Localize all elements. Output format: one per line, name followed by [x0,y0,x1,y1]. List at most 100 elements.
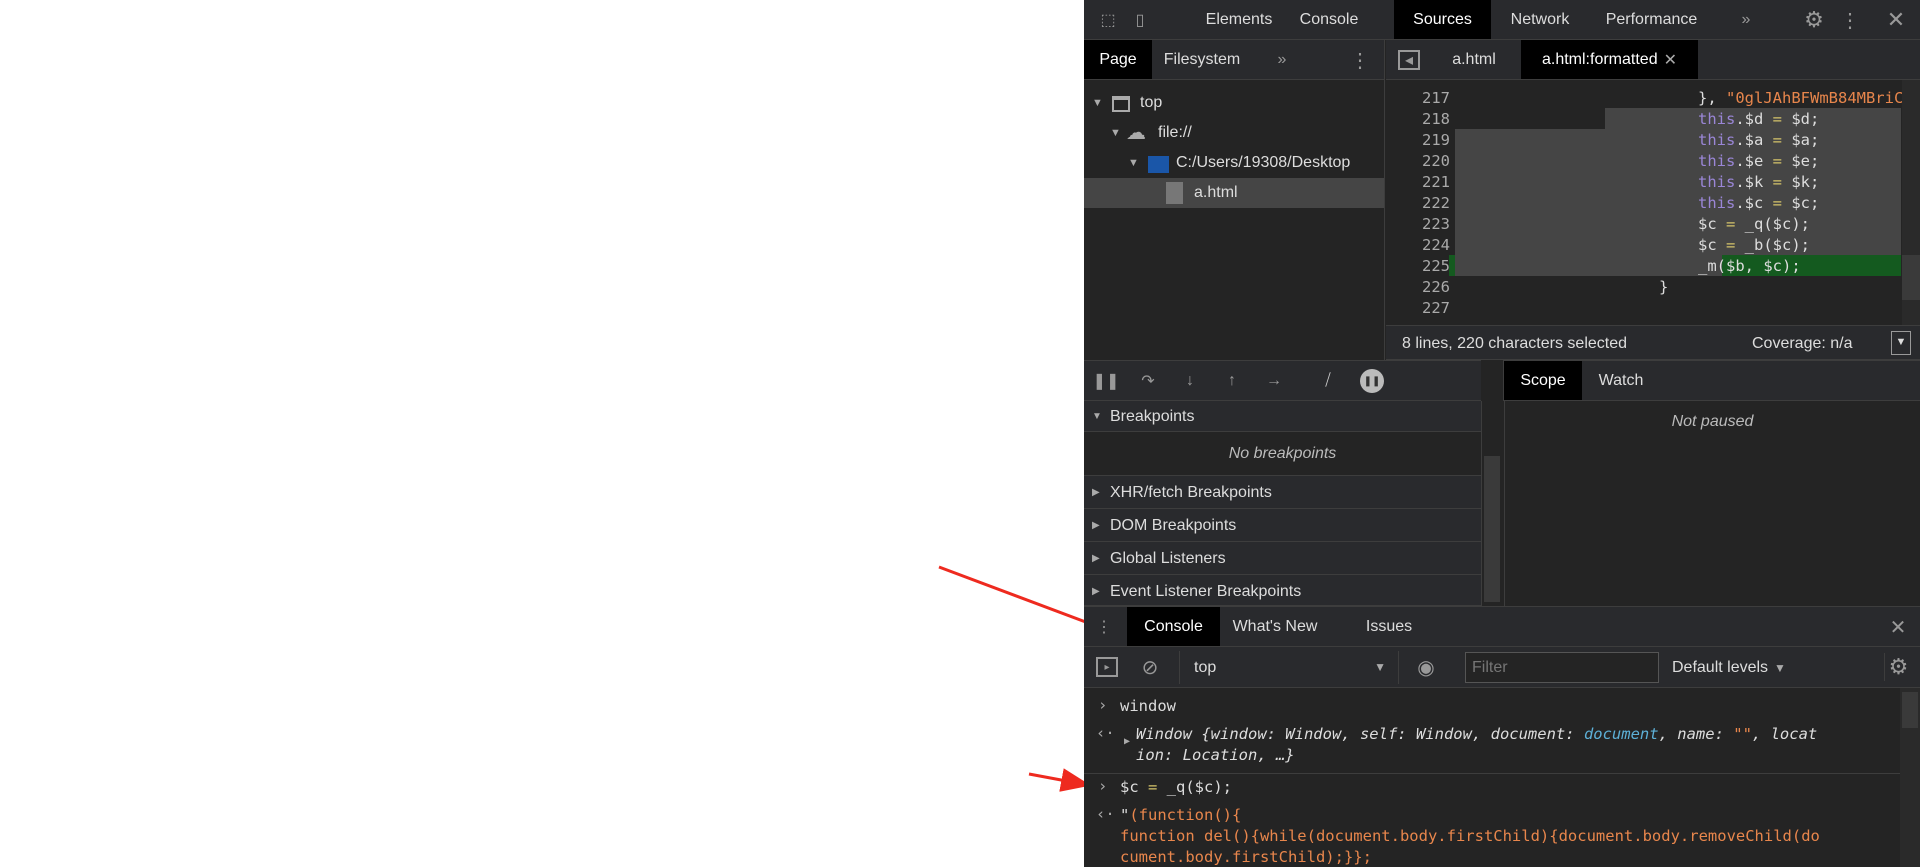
tree-item-file[interactable]: ▼ ☁ file:// [1084,118,1384,148]
breakpoints-scrollbar[interactable] [1481,401,1502,606]
tree-item-top[interactable]: ▼ top [1084,88,1384,118]
tab-a-html-formatted[interactable]: a.html:formatted ✕ [1521,40,1698,79]
more-tabs-icon[interactable]: » [1734,8,1758,32]
pause-icon[interactable]: ❚❚ [1093,371,1120,391]
step-icon[interactable]: → [1264,371,1284,391]
clear-console-icon[interactable]: ⊘ [1138,655,1162,679]
filter-input[interactable] [1465,652,1659,683]
tree-item-folder[interactable]: ▼ C:/Users/19308/Desktop [1084,148,1384,178]
line-number[interactable]: 218 [1386,109,1450,130]
log-levels-dropdown[interactable]: Default levels ▼ [1672,651,1786,684]
code-token: _m($b, $c); [1698,257,1801,275]
section-dom-breakpoints[interactable]: ▶ DOM Breakpoints [1084,509,1481,542]
section-label: DOM Breakpoints [1110,517,1237,534]
deactivate-breakpoints-icon[interactable]: ⧸ [1316,369,1340,393]
section-breakpoints[interactable]: ▼ Breakpoints [1084,401,1481,432]
tab-scope[interactable]: Scope [1504,361,1582,400]
step-out-icon[interactable]: ↑ [1222,371,1242,391]
section-label: Global Listeners [1110,550,1226,567]
expand-object-icon[interactable]: ▶ [1124,736,1130,747]
line-number[interactable]: 222 [1386,193,1450,214]
coverage-toggle-icon[interactable]: ▼ [1891,331,1911,355]
main-toolbar: ⬚ ▯ Elements Console Sources Network Per… [1084,0,1920,40]
scrollbar-thumb[interactable] [1902,255,1920,300]
context-value: top [1194,659,1217,676]
chevron-down-icon: ▼ [1374,660,1386,674]
editor-scrollbar[interactable] [1902,80,1920,325]
step-over-icon[interactable]: ↷ [1138,371,1158,391]
frame-icon [1112,96,1130,112]
code-token: this [1698,131,1736,149]
tab-filesystem[interactable]: Filesystem [1152,40,1252,79]
code-token: $c [1698,215,1726,233]
gear-icon[interactable]: ⚙ [1800,6,1828,34]
section-event-listener-breakpoints[interactable]: ▶ Event Listener Breakpoints [1084,575,1481,606]
tab-whats-new[interactable]: What's New [1220,607,1330,646]
code-line: this.$e = $e; [1698,151,1819,172]
navigator-tabs: Page Filesystem » ⋮ [1084,40,1385,80]
scrollbar-thumb[interactable] [1484,456,1500,602]
tab-watch[interactable]: Watch [1582,361,1660,400]
document-link[interactable]: document [1584,725,1659,743]
scrollbar-thumb[interactable] [1902,692,1918,728]
code-token: = [1772,194,1782,212]
line-number[interactable]: 223 [1386,214,1450,235]
inspect-element-icon[interactable]: ⬚ [1096,8,1120,32]
toggle-navigator-icon[interactable]: ◂ [1398,50,1420,70]
code-line: this.$c = $c; [1698,193,1819,214]
tab-console[interactable]: Console [1284,0,1374,39]
line-number[interactable]: 221 [1386,172,1450,193]
tab-a-html[interactable]: a.html [1434,40,1514,79]
pause-on-exceptions-icon[interactable]: ❚❚ [1360,369,1384,393]
tab-issues[interactable]: Issues [1346,607,1432,646]
console-messages[interactable]: › window ‹· ▶ Window {window: Window, se… [1084,688,1920,867]
code-token: = [1726,215,1736,233]
context-selector[interactable]: top ▼ [1179,651,1399,684]
code-token: $c; [1782,194,1820,212]
file-icon [1166,182,1183,204]
code-line: _m($b, $c); [1698,256,1801,277]
no-breakpoints-message: No breakpoints [1084,432,1481,476]
line-number[interactable]: 219 [1386,130,1450,151]
output-prompt-icon: ‹· [1096,724,1115,742]
drawer-menu-icon[interactable]: ⋮ [1096,615,1112,639]
code-token: "0glJAhBFWmB84MBriCJIiVlIi [1726,89,1920,107]
line-number[interactable]: 225 [1386,256,1450,277]
tab-network[interactable]: Network [1491,0,1589,39]
debugger-toolbar: ❚❚ ↷ ↓ ↑ → ⧸ ❚❚ [1084,360,1481,401]
code-editor[interactable]: 217}, "0glJAhBFWmB84MBriCJIiVlIi218this.… [1386,80,1920,325]
tab-drawer-console[interactable]: Console [1127,607,1220,646]
kebab-menu-icon[interactable]: ⋮ [1840,6,1860,34]
code-line: this.$a = $a; [1698,130,1819,151]
console-settings-icon[interactable]: ⚙ [1884,653,1912,681]
console-scrollbar[interactable] [1900,688,1920,867]
line-number[interactable]: 224 [1386,235,1450,256]
tab-sources[interactable]: Sources [1394,0,1491,39]
line-number[interactable]: 227 [1386,298,1450,319]
coverage-status: Coverage: n/a [1752,335,1853,352]
code-token: $e; [1782,152,1820,170]
console-output-line: ‹· "(function(){ function del(){while(do… [1084,805,1900,867]
line-number[interactable]: 220 [1386,151,1450,172]
eye-icon[interactable]: ◉ [1412,655,1440,679]
kebab-menu-icon[interactable]: ⋮ [1350,46,1370,74]
more-tabs-icon[interactable]: » [1270,48,1294,72]
input-prompt-icon: › [1098,696,1108,714]
close-tab-icon[interactable]: ✕ [1664,50,1677,70]
line-number[interactable]: 226 [1386,277,1450,298]
close-drawer-icon[interactable]: ✕ [1884,613,1912,641]
code-token: = [1772,131,1782,149]
show-sidebar-icon[interactable]: ▸ [1096,657,1118,677]
section-xhr-breakpoints[interactable]: ▶ XHR/fetch Breakpoints [1084,476,1481,509]
code-token: .$a [1735,131,1773,149]
tab-page[interactable]: Page [1084,40,1152,79]
step-into-icon[interactable]: ↓ [1180,371,1200,391]
device-toolbar-icon[interactable]: ▯ [1128,8,1152,32]
section-global-listeners[interactable]: ▶ Global Listeners [1084,542,1481,575]
tab-elements[interactable]: Elements [1194,0,1284,39]
code-token: .$e [1735,152,1773,170]
close-icon[interactable]: ✕ [1882,6,1910,34]
tree-item-a-html[interactable]: a.html [1084,178,1384,208]
line-number[interactable]: 217 [1386,88,1450,109]
tab-performance[interactable]: Performance [1589,0,1714,39]
